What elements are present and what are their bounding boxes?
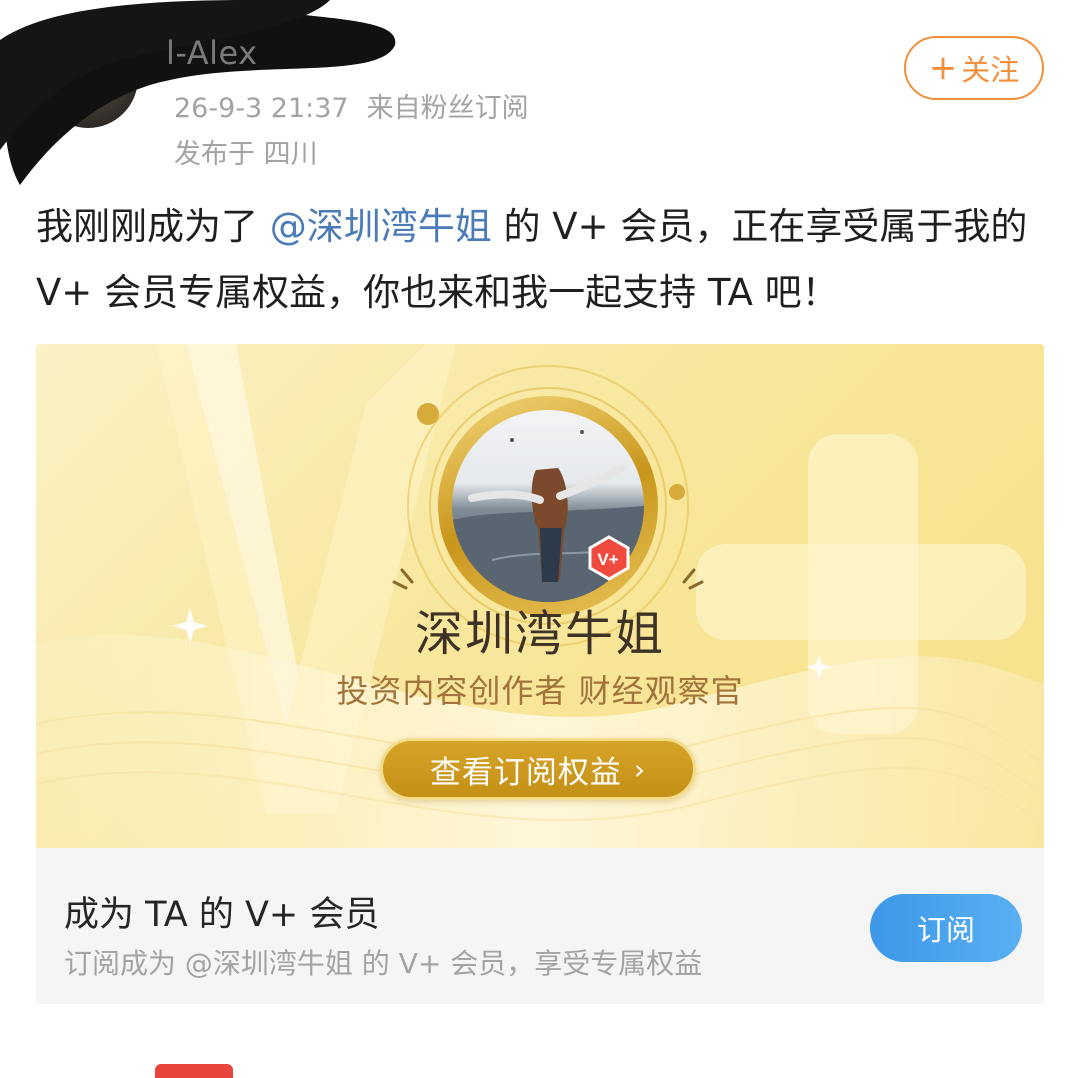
post-text: 我刚刚成为了 @深圳湾牛姐 的 V+ 会员，正在享受属于我的 V+ 会员专属权益… xyxy=(36,194,1056,326)
vplus-badge-icon: V+ xyxy=(588,535,630,581)
svg-text:V+: V+ xyxy=(597,550,618,569)
footer-title: 成为 TA 的 V+ 会员 xyxy=(64,895,380,935)
post-text-part1: 我刚刚成为了 xyxy=(36,205,258,248)
post-timestamp: 26-9-3 21:37 xyxy=(174,93,349,124)
post-meta: 26-9-3 21:37 来自粉丝订阅 xyxy=(174,86,547,125)
footer-description: 订阅成为 @深圳湾牛姐 的 V+ 会员，享受专属权益 xyxy=(64,947,703,980)
vplus-banner: V+ 深圳湾牛姐 投资内容创作者 财经观察官 查看订阅权益 › xyxy=(36,344,1044,848)
follow-button[interactable]: + 关注 xyxy=(904,36,1044,100)
card-footer: 成为 TA 的 V+ 会员 订阅成为 @深圳湾牛姐 的 V+ 会员，享受专属权益… xyxy=(36,848,1044,1004)
chevron-right-icon: › xyxy=(633,752,647,786)
mention-link[interactable]: @深圳湾牛姐 xyxy=(270,205,492,248)
creator-name: 深圳湾牛姐 xyxy=(414,606,665,662)
plus-icon: + xyxy=(928,48,958,88)
view-benefits-label: 查看订阅权益 xyxy=(429,754,622,791)
user-name[interactable]: l-Alex xyxy=(166,34,258,72)
post-source: 来自粉丝订阅 xyxy=(366,93,529,124)
subscribe-button[interactable]: 订阅 xyxy=(870,894,1022,962)
post-location: 发布于 四川 xyxy=(174,139,318,170)
bottom-badge xyxy=(155,1064,233,1078)
follow-label: 关注 xyxy=(961,53,1020,87)
vplus-card[interactable]: V+ 深圳湾牛姐 投资内容创作者 财经观察官 查看订阅权益 › 成为 TA 的 … xyxy=(36,344,1044,1004)
creator-tag: 投资内容创作者 财经观察官 xyxy=(336,672,744,710)
view-benefits-button[interactable]: 查看订阅权益 › xyxy=(380,738,696,800)
